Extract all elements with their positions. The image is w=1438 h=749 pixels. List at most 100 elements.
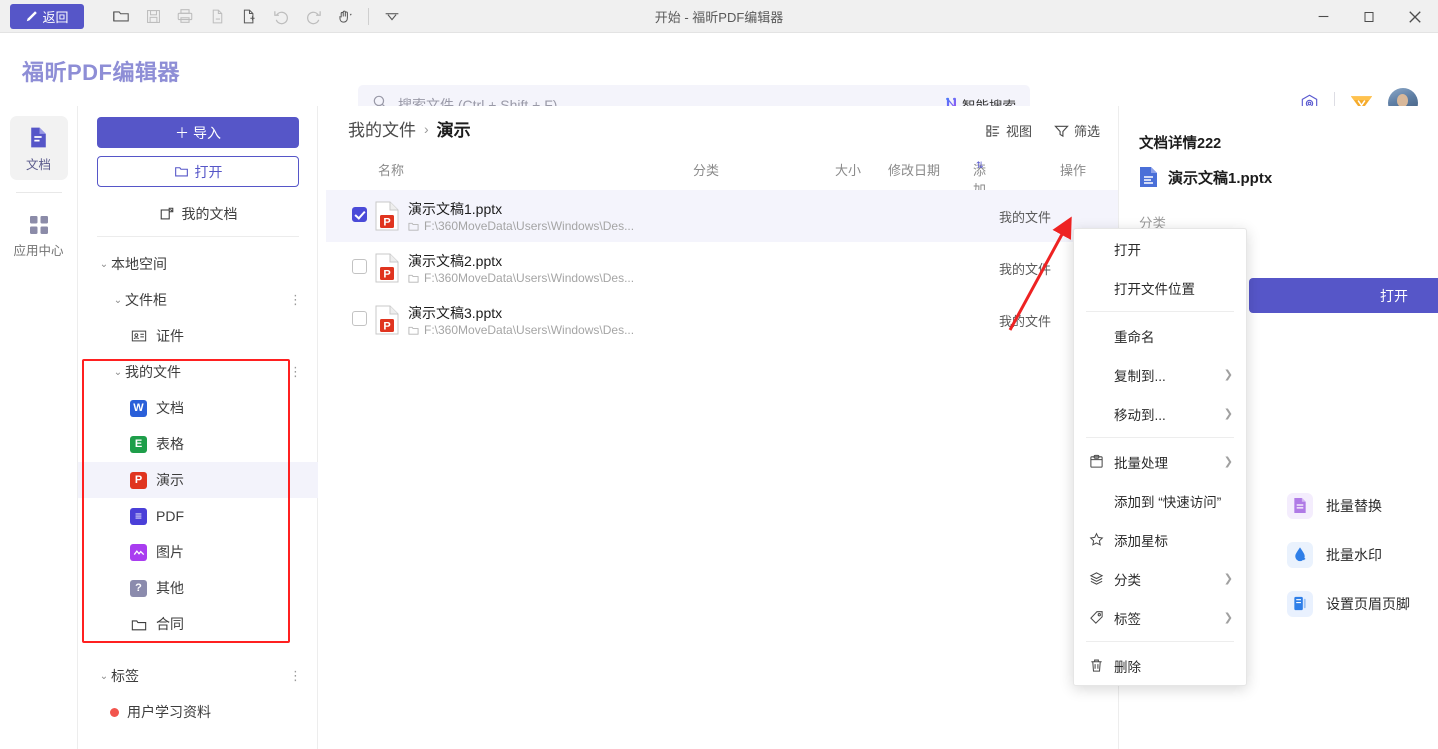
menu-item-add-star[interactable]: 添加星标 [1074, 520, 1246, 559]
sidebar-group-local-space[interactable]: ⌄ 本地空间 [78, 246, 318, 282]
file-name: 演示文稿3.pptx [408, 305, 503, 321]
menu-item-delete[interactable]: 删除 [1074, 646, 1246, 685]
menu-item-add-to-quick-access[interactable]: 添加到 “快速访问” [1074, 481, 1246, 520]
menu-item-category[interactable]: 分类 ❯ [1074, 559, 1246, 598]
brand-logo: 福昕PDF编辑器 [22, 60, 181, 85]
grid-apps-icon [29, 216, 48, 234]
minimize-button[interactable] [1300, 0, 1346, 33]
sidebar-tag-user-study-materials[interactable]: 用户学习资料 [78, 694, 318, 730]
view-button[interactable]: 视图 [986, 121, 1032, 140]
word-icon: W [130, 399, 147, 417]
sidebar-item-powerpoint[interactable]: P 演示 [78, 462, 318, 498]
sidebar-item-other[interactable]: ? 其他 [78, 570, 318, 606]
maximize-button[interactable] [1346, 0, 1392, 33]
folder-open-icon [174, 167, 188, 177]
tool-batch-replace[interactable]: 批量替换 [1287, 481, 1438, 530]
more-options-icon[interactable]: ⋮ [289, 669, 302, 682]
pen-icon [27, 11, 38, 22]
sidebar-item-word-label: 文档 [156, 400, 184, 416]
menu-separator [1086, 641, 1234, 642]
table-row[interactable]: P 演示文稿1.pptx F:\360MoveData\Users\Window… [326, 190, 1392, 252]
sidebar-item-pdf[interactable]: ≡ PDF [78, 498, 318, 534]
table-row[interactable]: P 演示文稿3.pptx F:\360MoveData\Users\Window… [326, 294, 1392, 356]
menu-item-open-file-location-label: 打开文件位置 [1114, 281, 1195, 297]
menu-item-copy-to[interactable]: 复制到... ❯ [1074, 355, 1246, 394]
my-documents-entry[interactable]: 我的文档 [97, 199, 299, 229]
sidebar-item-image[interactable]: 图片 [78, 534, 318, 570]
sidebar-item-powerpoint-label: 演示 [156, 472, 184, 488]
save-icon[interactable] [138, 2, 168, 30]
sidebar-item-excel[interactable]: E 表格 [78, 426, 318, 462]
file-name: 演示文稿2.pptx [408, 253, 503, 269]
menu-item-open[interactable]: 打开 [1074, 229, 1246, 268]
sidebar-item-certificates[interactable]: 证件 [78, 318, 318, 354]
sidebar-group-tags[interactable]: ⌄ 标签 ⋮ [78, 658, 318, 694]
excel-icon: E [130, 435, 147, 453]
rail-item-app-center[interactable]: 应用中心 [10, 205, 68, 266]
row-checkbox[interactable] [352, 311, 367, 326]
close-button[interactable] [1392, 0, 1438, 33]
import-button[interactable]: ＋ 导入 [97, 117, 299, 148]
redo-icon[interactable] [298, 2, 328, 30]
chevron-down-icon: ⌄ [113, 366, 123, 378]
row-checkbox[interactable] [352, 207, 367, 222]
my-documents-icon [160, 207, 173, 220]
menu-item-batch-process[interactable]: 批量处理 ❯ [1074, 442, 1246, 481]
menu-item-delete-label: 删除 [1114, 659, 1141, 675]
menu-item-category-label: 分类 [1114, 572, 1141, 588]
filter-button[interactable]: 筛选 [1054, 121, 1100, 140]
menu-item-add-star-label: 添加星标 [1114, 533, 1168, 549]
toolbar-divider [368, 7, 369, 25]
tool-batch-replace-label: 批量替换 [1326, 497, 1382, 514]
svg-text:P: P [383, 217, 390, 229]
open-button[interactable]: 打开 [97, 156, 299, 187]
file-category: 我的文件 [999, 262, 1052, 277]
layers-icon [1088, 571, 1105, 586]
file-path: F:\360MoveData\Users\Windows\Des... [408, 323, 634, 337]
folder-small-icon [408, 326, 419, 335]
back-button[interactable]: 返回 [10, 3, 84, 29]
batch-watermark-icon [1287, 541, 1313, 568]
tool-header-footer[interactable]: 设置页眉页脚 [1287, 579, 1438, 628]
folder-small-icon [408, 222, 419, 231]
detail-open-button[interactable]: 打开 [1249, 278, 1438, 313]
new-page-icon[interactable] [234, 2, 264, 30]
tool-batch-watermark[interactable]: 批量水印 [1287, 530, 1438, 579]
filter-icon [1054, 125, 1069, 137]
detail-file-name: 演示文稿1.pptx [1168, 169, 1273, 187]
sidebar-group-file-cabinet[interactable]: ⌄ 文件柜 ⋮ [78, 282, 318, 318]
folder-icon [130, 616, 147, 633]
id-card-icon [130, 328, 147, 345]
table-row[interactable]: P 演示文稿2.pptx F:\360MoveData\Users\Window… [326, 242, 1392, 304]
breadcrumb-parent[interactable]: 我的文件 [348, 116, 416, 141]
row-checkbox[interactable] [352, 259, 367, 274]
sidebar-group-my-files[interactable]: ⌄ 我的文件 ⋮ [78, 354, 318, 390]
more-options-icon[interactable]: ⋮ [289, 293, 302, 306]
sidebar-group-tags-label: 标签 [111, 668, 139, 684]
rail-item-documents[interactable]: 文档 [9, 116, 68, 180]
tool-header-footer-label: 设置页眉页脚 [1326, 595, 1410, 612]
sidebar: ＋ 导入 打开 我的文档 ⌄ 本地空间 ⌄ 文件柜 ⋮ 证件 ⌄ 我的文件 ⋮ … [78, 106, 373, 749]
menu-item-rename[interactable]: 重命名 [1074, 316, 1246, 355]
print-icon[interactable] [170, 2, 200, 30]
more-options-icon[interactable]: ⋮ [289, 365, 302, 378]
sidebar-item-contract[interactable]: 合同 [78, 606, 318, 642]
other-icon: ? [130, 579, 147, 597]
file-name: 演示文稿1.pptx [408, 201, 503, 217]
sidebar-item-word[interactable]: W 文档 [78, 390, 318, 426]
sidebar-item-contract-label: 合同 [156, 616, 184, 632]
menu-item-open-file-location[interactable]: 打开文件位置 [1074, 268, 1246, 307]
column-header-size: 大小 [835, 163, 862, 178]
menu-item-tag[interactable]: 标签 ❯ [1074, 598, 1246, 637]
chevron-down-icon[interactable] [377, 2, 407, 30]
tag-color-dot-icon [110, 707, 119, 717]
sidebar-group-local-space-label: 本地空间 [111, 256, 167, 272]
open-folder-icon[interactable] [106, 2, 136, 30]
undo-icon[interactable] [266, 2, 296, 30]
extract-page-icon[interactable] [202, 2, 232, 30]
menu-item-move-to[interactable]: 移动到... ❯ [1074, 394, 1246, 433]
sort-indicator-icon: ⇅ [976, 160, 984, 170]
app-header: 福昕PDF编辑器 搜索文件 (Ctrl + Shift + F) Ⲛ 智能搜索 [0, 33, 1438, 124]
menu-item-open-label: 打开 [1114, 242, 1141, 258]
hand-tool-icon[interactable] [330, 2, 360, 30]
